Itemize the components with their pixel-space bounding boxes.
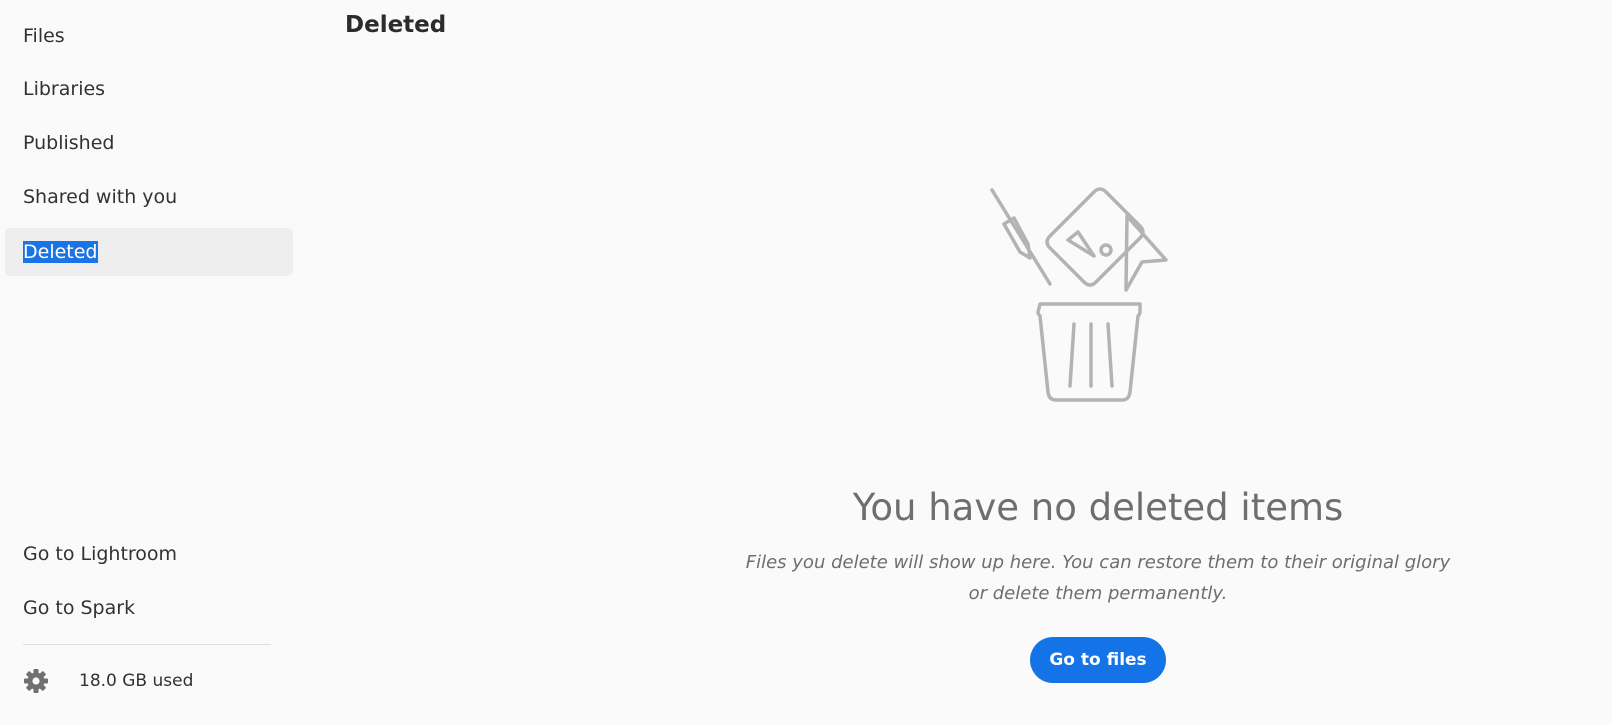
sidebar-item-deleted[interactable]: Deleted <box>5 228 293 276</box>
sidebar: Files Libraries Published Shared with yo… <box>0 0 300 725</box>
sidebar-item-published[interactable]: Published <box>5 119 293 167</box>
sidebar-item-files[interactable]: Files <box>5 12 293 60</box>
trash-icon <box>990 187 1168 402</box>
sidebar-divider <box>23 644 271 645</box>
empty-state-heading: You have no deleted items <box>852 486 1344 529</box>
storage-used-text: 18.0 GB used <box>79 671 194 691</box>
sidebar-item-label: Published <box>23 132 115 154</box>
app-window: Files Libraries Published Shared with yo… <box>0 0 1612 725</box>
sidebar-item-shared-with-you[interactable]: Shared with you <box>5 173 293 221</box>
go-to-lightroom-link[interactable]: Go to Lightroom <box>5 530 293 578</box>
go-to-files-button[interactable]: Go to files <box>1030 637 1166 683</box>
sidebar-item-libraries[interactable]: Libraries <box>5 65 293 113</box>
page-title: Deleted <box>345 12 447 38</box>
sidebar-item-label: Files <box>23 25 65 47</box>
storage-indicator: 18.0 GB used <box>23 665 193 697</box>
link-label: Go to Spark <box>23 597 136 619</box>
sidebar-item-label: Deleted <box>23 241 98 263</box>
link-label: Go to Lightroom <box>23 543 178 565</box>
sidebar-item-label: Shared with you <box>23 186 178 208</box>
go-to-spark-link[interactable]: Go to Spark <box>5 584 293 632</box>
empty-state-illustration <box>990 180 1196 416</box>
empty-state-description: Files you delete will show up here. You … <box>745 552 1451 604</box>
sidebar-item-label: Libraries <box>23 78 106 100</box>
gear-icon[interactable] <box>23 668 49 694</box>
